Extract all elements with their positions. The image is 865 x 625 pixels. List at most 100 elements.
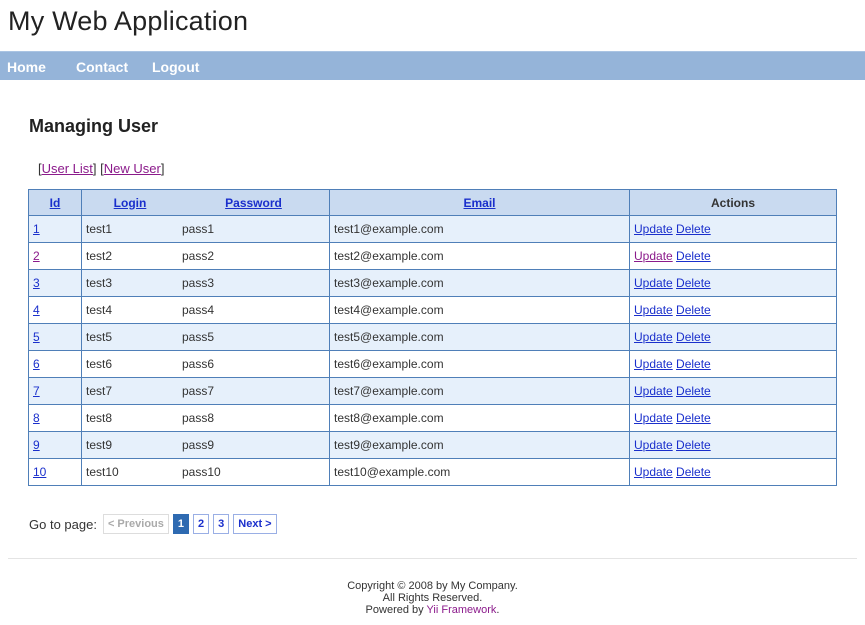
sort-id-link[interactable]: Id [50,196,61,210]
table-row: 3 test3 pass3 test3@example.com Update Delet… [28,269,837,297]
user-id-link[interactable]: 7 [33,384,40,398]
update-link[interactable]: Update [634,276,673,290]
table-row: 5 test5 pass5 test5@example.com Update Delet… [28,323,837,351]
yii-framework-link[interactable]: Yii Framework [427,604,497,616]
id-cell: 10 [28,458,82,486]
delete-link[interactable]: Delete [676,357,711,371]
update-link[interactable]: Update [634,438,673,452]
user-id-link[interactable]: 1 [33,222,40,236]
actions-cell: Update Delete [629,215,837,243]
id-cell: 5 [28,323,82,351]
table-row: 4 test4 pass4 test4@example.com Update Delet… [28,296,837,324]
update-link[interactable]: Update [634,330,673,344]
page-2-button[interactable]: 2 [193,514,210,534]
table-row: 10 test10 pass10 test10@example.com Update D… [28,458,837,486]
delete-link[interactable]: Delete [676,249,711,263]
site-title: My Web Application [8,6,249,36]
menu-home-link[interactable]: Home [7,59,46,75]
main-menu: Home Contact Logout [0,51,865,80]
password-cell: pass1 [178,215,330,243]
user-id-link[interactable]: 6 [33,357,40,371]
id-cell: 1 [28,215,82,243]
table-body: 1 test1 pass1 test1@example.com Update Delet… [28,215,837,486]
id-cell: 2 [28,242,82,270]
table-row: 6 test6 pass6 test6@example.com Update Delet… [28,350,837,378]
password-cell: pass6 [178,350,330,378]
user-id-link[interactable]: 4 [33,303,40,317]
table-row: 2 test2 pass2 test2@example.com Update Delet… [28,242,837,270]
email-cell: test9@example.com [329,431,630,459]
page-3-button[interactable]: 3 [213,514,230,534]
login-cell: test6 [81,350,178,378]
password-cell: pass3 [178,269,330,297]
update-link[interactable]: Update [634,411,673,425]
sort-password-link[interactable]: Password [225,196,282,210]
login-cell: test3 [81,269,178,297]
id-cell: 4 [28,296,82,324]
update-link[interactable]: Update [634,222,673,236]
menu-logout-link[interactable]: Logout [152,59,199,75]
email-cell: test8@example.com [329,404,630,432]
login-cell: test9 [81,431,178,459]
delete-link[interactable]: Delete [676,222,711,236]
actions-cell: Update Delete [629,323,837,351]
column-header-password: Password [178,189,330,216]
sort-email-link[interactable]: Email [463,196,495,210]
site-header: My Web Application [0,0,865,50]
id-cell: 7 [28,377,82,405]
actions-cell: Update Delete [629,431,837,459]
delete-link[interactable]: Delete [676,330,711,344]
column-header-id: Id [28,189,82,216]
user-id-link[interactable]: 9 [33,438,40,452]
user-id-link[interactable]: 5 [33,330,40,344]
delete-link[interactable]: Delete [676,384,711,398]
password-cell: pass9 [178,431,330,459]
id-cell: 8 [28,404,82,432]
delete-link[interactable]: Delete [676,276,711,290]
footer-powered-prefix: Powered by [365,604,427,616]
page-title: Managing User [29,116,159,136]
delete-link[interactable]: Delete [676,411,711,425]
previous-page-button: < Previous [102,514,169,534]
password-cell: pass5 [178,323,330,351]
footer-powered-suffix: . [496,604,500,616]
user-id-link[interactable]: 3 [33,276,40,290]
update-link[interactable]: Update [634,465,673,479]
table-row: 9 test9 pass9 test9@example.com Update Delet… [28,431,837,459]
password-cell: pass2 [178,242,330,270]
sort-login-link[interactable]: Login [114,196,147,210]
email-cell: test1@example.com [329,215,630,243]
table-row: 1 test1 pass1 test1@example.com Update Delet… [28,215,837,243]
update-link[interactable]: Update [634,357,673,371]
new-user-link[interactable]: New User [104,161,161,176]
login-cell: test2 [81,242,178,270]
page-1-button[interactable]: 1 [172,514,190,534]
table-row: 8 test8 pass8 test8@example.com Update Delet… [28,404,837,432]
update-link[interactable]: Update [634,249,673,263]
user-id-link[interactable]: 10 [33,465,46,479]
email-cell: test3@example.com [329,269,630,297]
update-link[interactable]: Update [634,303,673,317]
footer: Copyright © 2008 by My Company. All Righ… [0,580,865,616]
footer-rights: All Rights Reserved. [382,592,483,604]
actions-cell: Update Delete [629,350,837,378]
delete-link[interactable]: Delete [676,465,711,479]
email-cell: test10@example.com [329,458,630,486]
delete-link[interactable]: Delete [676,438,711,452]
pager-label: Go to page: [29,516,97,532]
pager: Go to page: < Previous 1 2 3 Next > [29,514,281,534]
login-cell: test10 [81,458,178,486]
user-list-link[interactable]: User List [42,161,93,176]
password-cell: pass4 [178,296,330,324]
next-page-button[interactable]: Next > [233,514,277,534]
id-cell: 3 [28,269,82,297]
password-cell: pass8 [178,404,330,432]
menu-contact-link[interactable]: Contact [76,59,128,75]
delete-link[interactable]: Delete [676,303,711,317]
actions-cell: Update Delete [629,377,837,405]
password-cell: pass10 [178,458,330,486]
footer-powered: Powered by Yii Framework. [0,604,865,616]
update-link[interactable]: Update [634,384,673,398]
user-id-link[interactable]: 8 [33,411,40,425]
user-id-link[interactable]: 2 [33,249,40,263]
